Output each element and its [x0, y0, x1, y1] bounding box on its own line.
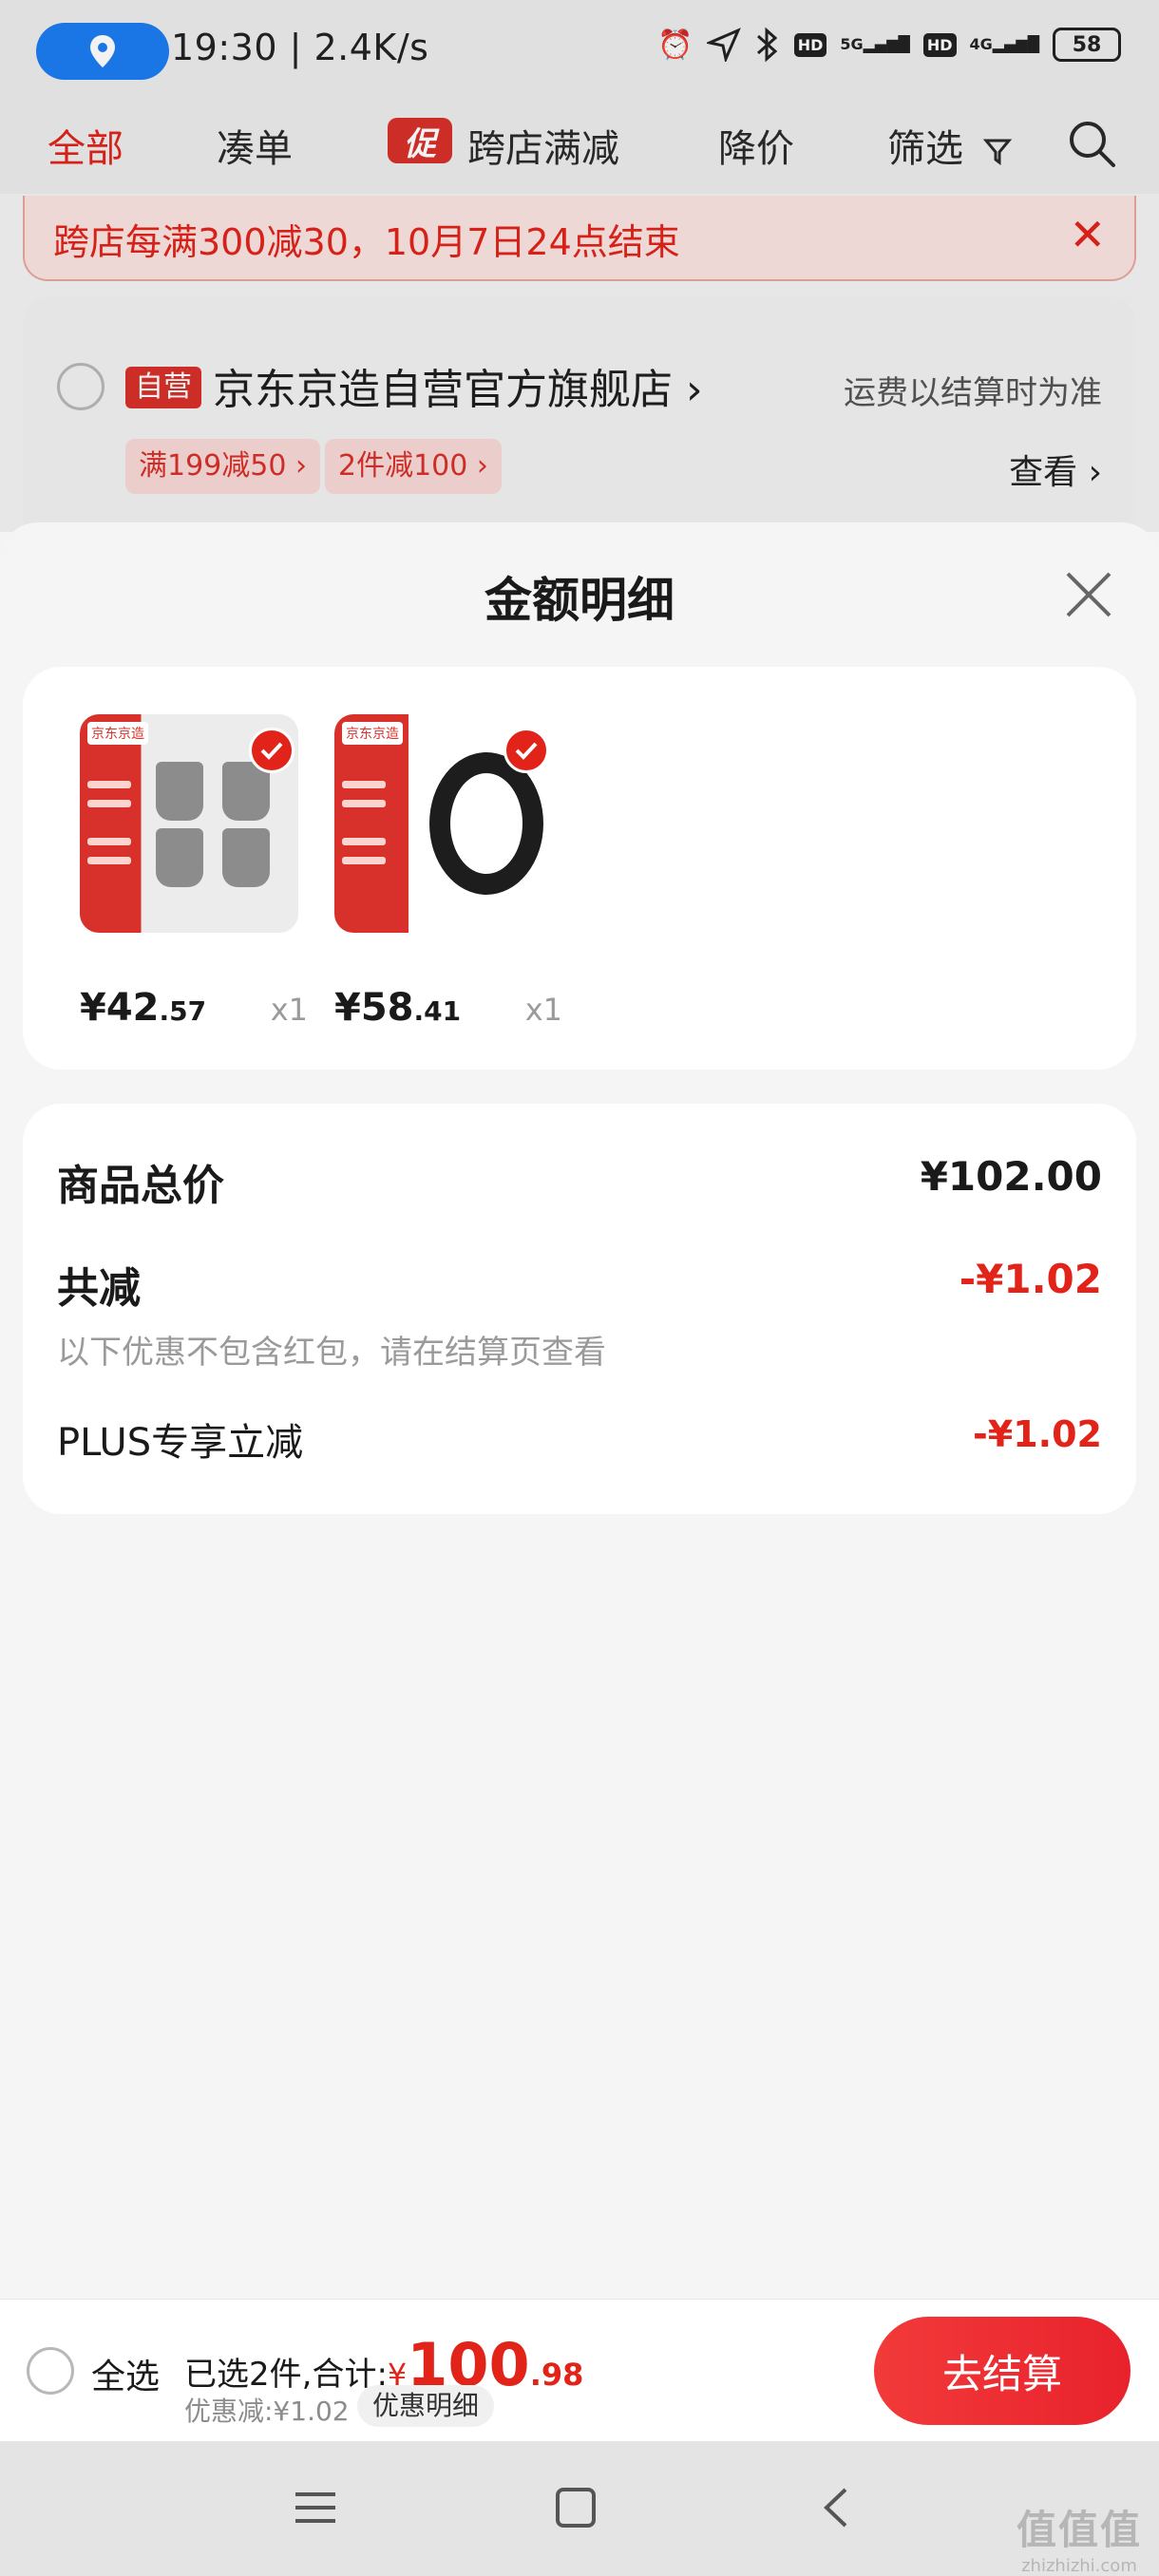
product-item[interactable]: 京东京造 ¥42.57 x1	[80, 714, 308, 1030]
product-qty: x1	[524, 992, 562, 1028]
plus-discount-value: -¥1.02	[973, 1413, 1102, 1455]
product-price: ¥42.57	[80, 986, 207, 1030]
watermark-logo: 值值值	[1016, 2507, 1142, 2553]
products-card: 京东京造 ¥42.57 x1 京东京造 ¥58.41 x1	[23, 667, 1136, 1070]
product-price-row: ¥42.57 x1	[80, 986, 308, 1030]
system-nav-bar	[0, 2441, 1159, 2576]
price-summary-card: 商品总价 ¥102.00 共减 -¥1.02 以下优惠不包含红包，请在结算页查看…	[23, 1104, 1136, 1514]
watermark-url: zhizhizhi.com	[1021, 2556, 1137, 2576]
menu-icon[interactable]	[287, 2479, 344, 2536]
home-icon[interactable]	[547, 2479, 604, 2536]
discount-detail-button[interactable]: 优惠明细	[357, 2385, 495, 2427]
dim-overlay[interactable]	[0, 0, 1159, 532]
belt-image	[429, 752, 543, 895]
product-thumbnail[interactable]: 京东京造	[334, 714, 553, 933]
total-price-value: ¥102.00	[920, 1153, 1102, 1200]
check-icon	[504, 728, 549, 773]
check-icon	[249, 728, 294, 773]
product-price-row: ¥58.41 x1	[334, 986, 562, 1030]
thumb-brand-label: 京东京造	[87, 722, 148, 745]
product-price: ¥58.41	[334, 986, 462, 1030]
checkout-bar: 全选 已选2件,合计:¥100.98 优惠减:¥1.02 优惠明细 去结算	[0, 2299, 1159, 2441]
checkout-button[interactable]: 去结算	[874, 2317, 1130, 2425]
close-icon[interactable]	[1064, 570, 1113, 619]
discount-summary: 优惠减:¥1.02	[184, 2396, 350, 2427]
amount-detail-sheet: 金额明细 京东京造 ¥42.57 x1 京东京造 ¥58.41 x1 商品总价 …	[0, 522, 1159, 2299]
select-all-label[interactable]: 全选	[91, 2349, 160, 2398]
thumb-brand-label: 京东京造	[342, 722, 403, 745]
watermark: 值值值 zhizhizhi.com	[1016, 2498, 1142, 2576]
product-thumbnail[interactable]: 京东京造	[80, 714, 298, 933]
sheet-title: 金额明细	[484, 573, 674, 628]
discount-label: 共减	[57, 1264, 141, 1313]
select-all-radio[interactable]	[27, 2347, 74, 2395]
back-icon[interactable]	[808, 2479, 864, 2536]
discount-value: -¥1.02	[959, 1256, 1102, 1302]
plus-discount-label: PLUS专享立减	[57, 1421, 304, 1465]
product-item[interactable]: 京东京造 ¥58.41 x1	[334, 714, 562, 1030]
product-qty: x1	[270, 992, 308, 1028]
total-price-label: 商品总价	[57, 1162, 224, 1210]
discount-note: 以下优惠不包含红包，请在结算页查看	[57, 1334, 606, 1372]
